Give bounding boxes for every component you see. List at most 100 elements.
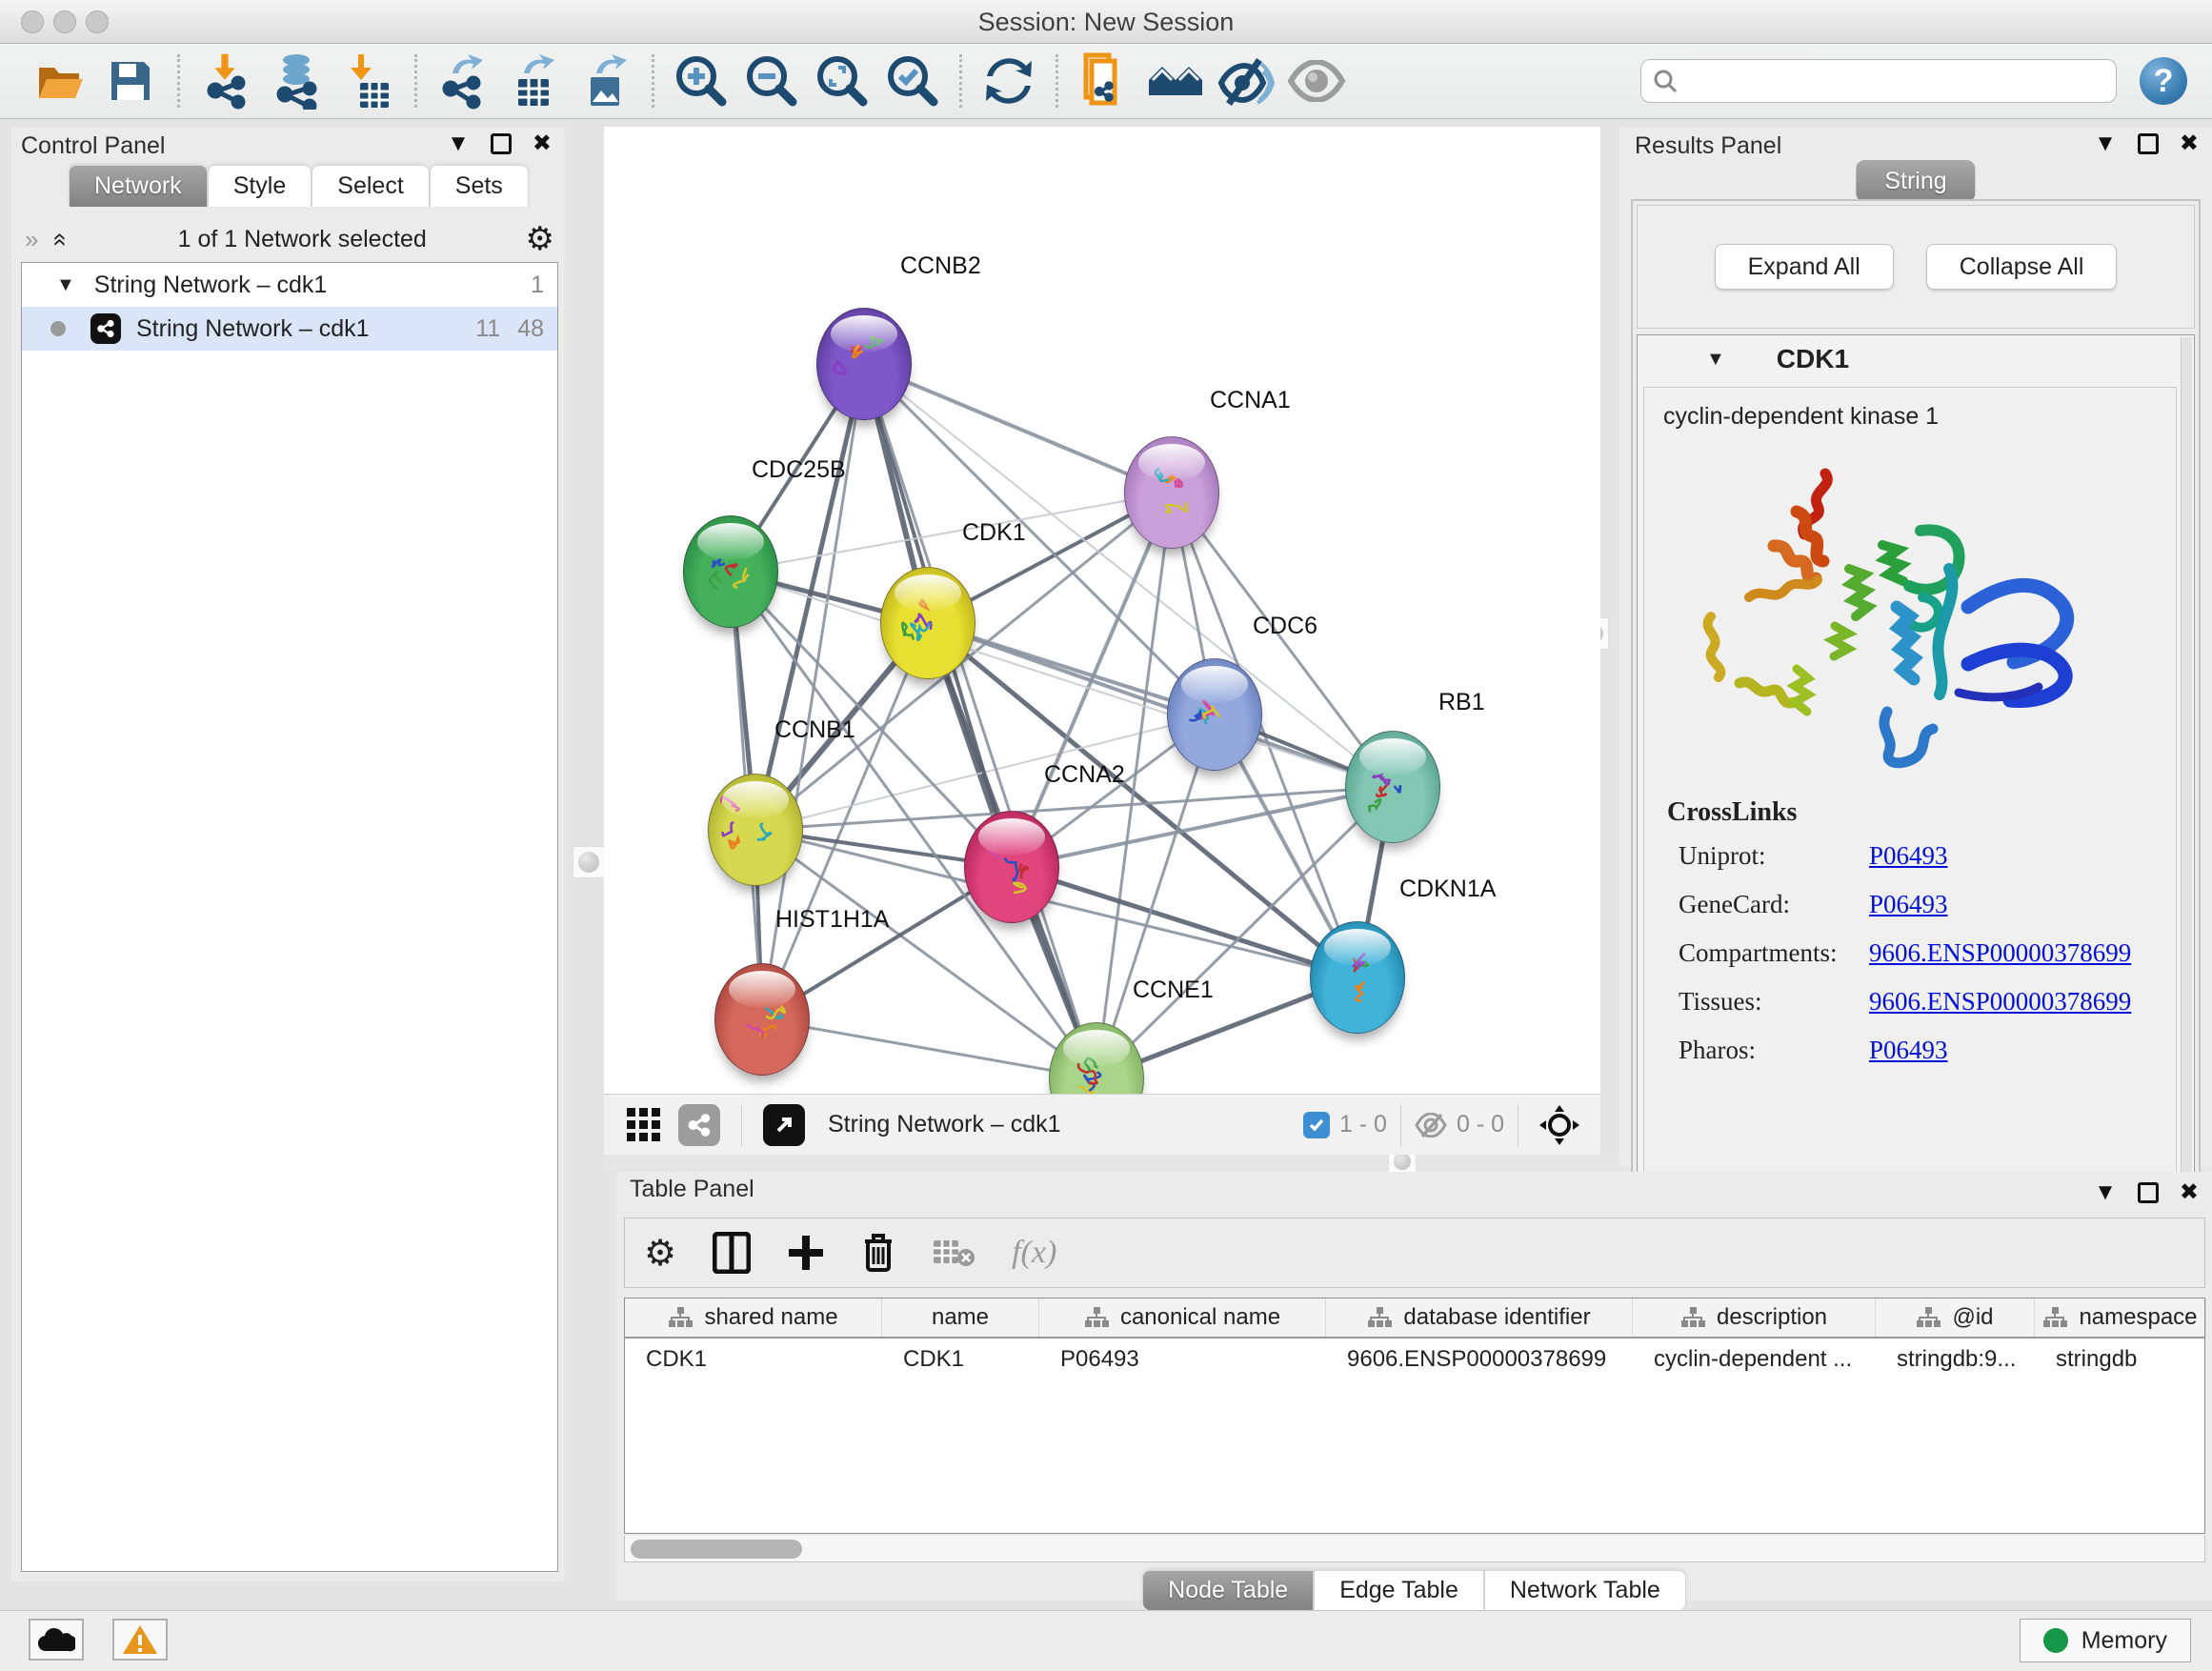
network-node-CCNA1[interactable] (1124, 436, 1219, 549)
network-node-CCNA2[interactable] (964, 811, 1059, 923)
cloud-status-button[interactable] (29, 1619, 84, 1661)
results-panel-float-button[interactable]: ▼ (2094, 132, 2117, 155)
birdseye-view-button[interactable] (763, 1104, 805, 1146)
import-table-button[interactable] (338, 51, 397, 111)
export-image-button[interactable] (575, 51, 634, 111)
crosslink-link[interactable]: 9606.ENSP00000378699 (1869, 938, 2131, 968)
column-header-namespace[interactable]: namespace (2035, 1299, 2206, 1337)
scrollbar-thumb[interactable] (631, 1540, 802, 1559)
column-header-canonical-name[interactable]: canonical name (1039, 1299, 1326, 1337)
network-node-CDC6[interactable] (1167, 658, 1262, 771)
entry-collapse-icon[interactable]: ▼ (1706, 349, 1725, 371)
help-button[interactable]: ? (2140, 57, 2187, 105)
collapse-all-button[interactable]: Collapse All (1926, 244, 2118, 290)
import-network-button[interactable] (197, 51, 256, 111)
collection-expand-icon[interactable]: ▼ (56, 274, 75, 296)
column-header-@id[interactable]: @id (1876, 1299, 2035, 1337)
results-panel-maximize-button[interactable] (2138, 133, 2159, 154)
edge-CCNB2-CCNE1[interactable] (864, 364, 1096, 1078)
table-panel-float-button[interactable]: ▼ (2094, 1181, 2117, 1204)
open-session-button[interactable] (30, 51, 90, 111)
expand-all-networks-icon[interactable]: » (44, 232, 73, 246)
column-header-database-identifier[interactable]: database identifier (1326, 1299, 1633, 1337)
tab-network[interactable]: Network (69, 165, 208, 207)
results-tab-string[interactable]: String (1856, 160, 1975, 202)
results-scrollbar[interactable] (2181, 337, 2192, 1181)
tab-sets[interactable]: Sets (430, 165, 529, 207)
network-options-gear-icon[interactable]: ⚙ (526, 220, 554, 258)
save-session-button[interactable] (101, 51, 160, 111)
table-cell[interactable]: P06493 (1039, 1339, 1326, 1380)
apply-layout-button[interactable] (979, 51, 1038, 111)
network-node-RB1[interactable] (1345, 731, 1440, 843)
checkbox-icon[interactable] (1303, 1112, 1330, 1138)
grid-view-button[interactable] (625, 1106, 663, 1144)
zoom-selected-button[interactable] (883, 51, 942, 111)
table-settings-gear-icon[interactable]: ⚙ (644, 1232, 676, 1275)
table-row[interactable]: CDK1CDK1P064939606.ENSP00000378699cyclin… (625, 1339, 2204, 1380)
edge-CDK1-RB1[interactable] (928, 623, 1393, 787)
network-view-canvas[interactable]: CCNB2CCNA1CDC25BCDK1CDC6RB1CCNB1CCNA2CDK… (604, 127, 1600, 1094)
table-cell[interactable]: CDK1 (882, 1339, 1039, 1380)
control-panel-maximize-button[interactable] (491, 133, 512, 154)
export-network-button[interactable] (434, 51, 493, 111)
table-cell[interactable]: cyclin-dependent ... (1633, 1339, 1876, 1380)
network-overview-button[interactable] (678, 1104, 720, 1146)
network-node-CDK1[interactable] (880, 567, 975, 679)
edge-CCNB2-CCNA1[interactable] (864, 364, 1172, 493)
tab-edge-table[interactable]: Edge Table (1314, 1570, 1484, 1610)
import-network-from-database-button[interactable] (268, 51, 327, 111)
crosslink-link[interactable]: 9606.ENSP00000378699 (1869, 987, 2131, 1017)
search-box[interactable] (1640, 59, 2117, 103)
table-panel-maximize-button[interactable] (2138, 1182, 2159, 1203)
eye-slash-icon (1217, 56, 1275, 106)
search-input[interactable] (1687, 68, 2104, 94)
delete-column-icon[interactable] (861, 1232, 895, 1274)
network-row[interactable]: String Network – cdk1 11 48 (22, 307, 557, 351)
crosslink-link[interactable]: P06493 (1869, 841, 1948, 871)
edge-CCNA1-CDC25B[interactable] (731, 493, 1172, 572)
enhance-labels-button[interactable] (1217, 51, 1276, 111)
add-column-icon[interactable] (787, 1234, 825, 1272)
tab-select[interactable]: Select (312, 165, 429, 207)
network-node-CCNB1[interactable] (708, 774, 803, 886)
network-node-CDKN1A[interactable] (1310, 921, 1405, 1034)
edge-CCNE1-HIST1H1A[interactable] (762, 1019, 1096, 1078)
show-hide-button[interactable] (1287, 51, 1346, 111)
string-protein-query-button[interactable] (1076, 51, 1135, 111)
table-cell[interactable]: stringdb (2035, 1339, 2206, 1380)
control-panel-float-button[interactable]: ▼ (447, 132, 470, 155)
tab-network-table[interactable]: Network Table (1484, 1570, 1686, 1610)
zoom-in-button[interactable] (672, 51, 731, 111)
table-cell[interactable]: 9606.ENSP00000378699 (1326, 1339, 1633, 1380)
crosslink-link[interactable]: P06493 (1869, 890, 1948, 919)
tab-style[interactable]: Style (208, 165, 312, 207)
show-columns-icon[interactable] (713, 1232, 751, 1274)
crosslink-link[interactable]: P06493 (1869, 1036, 1948, 1065)
warnings-button[interactable] (112, 1619, 168, 1661)
network-node-HIST1H1A[interactable] (714, 963, 810, 1076)
column-header-name[interactable]: name (882, 1299, 1039, 1337)
result-entry-header[interactable]: ▼ CDK1 (1638, 335, 2194, 383)
table-cell[interactable]: CDK1 (625, 1339, 882, 1380)
results-panel-close-button[interactable]: ✖ (2180, 132, 2199, 155)
zoom-fit-button[interactable] (813, 51, 872, 111)
network-collection-row[interactable]: ▼ String Network – cdk1 1 (22, 263, 557, 307)
expand-all-button[interactable]: Expand All (1715, 244, 1894, 290)
zoom-out-button[interactable] (742, 51, 801, 111)
change-species-button[interactable] (1146, 51, 1205, 111)
memory-button[interactable]: Memory (2020, 1619, 2191, 1662)
collapse-all-networks-icon[interactable]: » (25, 225, 38, 254)
left-splitter-handle[interactable] (573, 846, 605, 878)
control-panel-close-button[interactable]: ✖ (533, 132, 552, 155)
network-node-CCNB2[interactable] (816, 308, 912, 420)
column-header-description[interactable]: description (1633, 1299, 1876, 1337)
table-cell[interactable]: stringdb:9... (1876, 1339, 2035, 1380)
table-panel-close-button[interactable]: ✖ (2180, 1181, 2199, 1204)
table-horizontal-scrollbar[interactable] (624, 1536, 2205, 1562)
column-header-shared-name[interactable]: shared name (625, 1299, 882, 1337)
network-node-CDC25B[interactable] (683, 515, 778, 628)
export-table-button[interactable] (505, 51, 564, 111)
tab-node-table[interactable]: Node Table (1142, 1570, 1314, 1610)
fit-selected-button[interactable] (1539, 1105, 1579, 1145)
